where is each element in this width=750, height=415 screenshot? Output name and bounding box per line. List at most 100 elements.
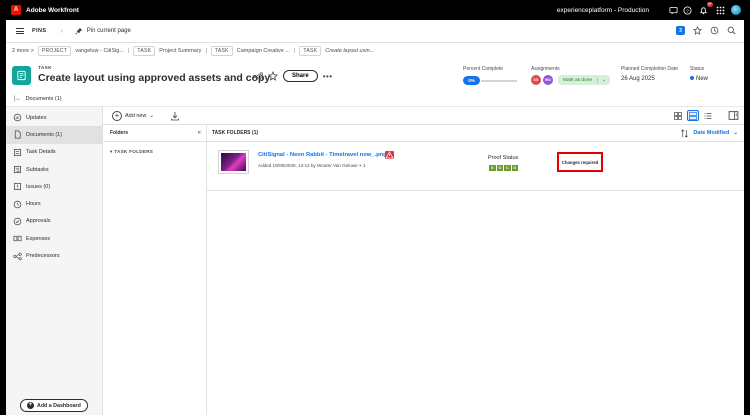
proof-status-steps[interactable]: S O C D [489, 165, 518, 171]
grid-view-icon[interactable] [672, 110, 684, 121]
sidebar-item-hours[interactable]: Hours [6, 195, 102, 212]
issues-icon [13, 182, 22, 191]
percent-complete-label: Percent Complete [463, 66, 504, 72]
sidebar-item-label: Expenses [26, 235, 51, 242]
plus-icon: + [27, 402, 34, 409]
workflow-icon[interactable] [253, 71, 263, 81]
header-actions: Share ••• [253, 70, 333, 82]
percent-complete-value[interactable]: 0% [463, 76, 480, 85]
details-icon [13, 148, 22, 157]
sidebar-item-documents[interactable]: Documents (1) [6, 126, 102, 144]
sidebar-item-label: Approvals [26, 218, 51, 225]
adobe-logo-icon[interactable]: A [11, 5, 21, 15]
nav-actions: 3 [676, 26, 736, 35]
breadcrumb-project-link[interactable]: vangeluw - CitiSig... [75, 48, 124, 54]
left-sidebar: Updates Documents (1) Task Details Subta… [6, 107, 103, 415]
star-icon[interactable] [693, 26, 702, 35]
documents-toolbar: + Add new ⌄ [103, 107, 744, 125]
notifications-icon[interactable]: 9+ [698, 2, 713, 15]
feedback-icon[interactable] [668, 5, 678, 15]
add-new-button[interactable]: + Add new ⌄ [112, 110, 155, 121]
workfront-window: A Adobe Workfront experienceplatform - P… [6, 0, 744, 415]
sidebar-item-label: Documents (1) [26, 131, 63, 138]
percent-track [481, 79, 517, 82]
collapse-sidebar-icon[interactable]: |← [14, 96, 22, 102]
chevron-right-icon: › [60, 27, 63, 35]
card-list-view-icon[interactable] [687, 110, 699, 121]
breadcrumb-type: TASK [133, 46, 156, 56]
top-bar: A Adobe Workfront experienceplatform - P… [6, 0, 744, 20]
sidebar-item-subtasks[interactable]: Subtasks [6, 161, 102, 178]
document-row[interactable]: CitiSignal - Neon Rabbit - Timetravel no… [207, 142, 744, 191]
share-button[interactable]: Share [283, 70, 318, 82]
chat-icon [13, 113, 22, 122]
assignments-field: Assignments SG WG Mark as done ⌄ [531, 66, 611, 85]
alert-icon[interactable] [385, 151, 394, 159]
subtasks-icon [13, 165, 22, 174]
recent-history-icon[interactable] [710, 26, 719, 35]
planned-completion-date[interactable]: 26 Aug 2025 [621, 76, 678, 82]
more-options-icon[interactable]: ••• [323, 72, 333, 81]
heart-icon[interactable]: ♥ [359, 163, 362, 168]
sidebar-item-task-details[interactable]: Task Details [6, 144, 102, 161]
sidebar-item-issues[interactable]: Issues (0) [6, 178, 102, 195]
sidebar-item-expenses[interactable]: Expenses [6, 230, 102, 247]
app-switcher-icon[interactable] [715, 5, 725, 15]
breadcrumb-type: PROJECT [37, 46, 72, 56]
pins-label[interactable]: PINS [32, 28, 46, 34]
chevron-down-icon[interactable]: ⌄ [597, 77, 610, 83]
list-view-icon[interactable] [702, 110, 714, 121]
status-badge[interactable]: New [690, 76, 708, 82]
chevron-down-icon: ⌄ [733, 130, 738, 136]
sidebar-item-label: Updates [26, 114, 47, 121]
percent-complete-slider[interactable]: 0% [463, 76, 517, 85]
proof-decision-badge[interactable]: Changes required [557, 152, 603, 172]
favorite-star-icon[interactable] [268, 71, 278, 81]
folder-tree-item[interactable]: ▾ TASK FOLDERS [103, 142, 206, 155]
document-thumbnail[interactable] [218, 150, 249, 174]
assignee-avatar[interactable]: SG [531, 75, 541, 85]
search-icon[interactable] [727, 26, 736, 35]
money-icon [13, 234, 22, 243]
menu-icon[interactable] [16, 27, 24, 36]
side-panel-icon[interactable] [728, 110, 739, 121]
breadcrumb-task-link[interactable]: Campaign Creative ... [237, 48, 290, 54]
help-icon[interactable]: ? [682, 5, 692, 15]
chevron-down-icon: ⌄ [149, 112, 155, 119]
sidebar-item-approvals[interactable]: Approvals [6, 213, 102, 230]
mark-as-done-button[interactable]: Mark as done ⌄ [558, 75, 611, 85]
breadcrumb-more[interactable]: 2 more > [12, 48, 34, 54]
sidebar-item-predecessors[interactable]: Predecessors [6, 247, 102, 264]
document-name-link[interactable]: CitiSignal - Neon Rabbit - Timetravel no… [258, 152, 387, 158]
user-avatar[interactable] [731, 5, 741, 15]
sort-icon [681, 128, 689, 138]
add-dashboard-button[interactable]: + Add a Dashboard [20, 399, 88, 412]
document-meta: Added 19/08/2025, 13:13 by Wouter Van Ge… [258, 163, 366, 168]
count-badge[interactable]: 3 [676, 26, 685, 35]
pin-current-page-button[interactable]: Pin current page [75, 27, 131, 35]
document-icon [13, 130, 22, 139]
breadcrumb-type: TASK [299, 46, 322, 56]
download-icon[interactable] [170, 111, 180, 121]
status-value: New [696, 76, 709, 82]
proof-step: C [504, 165, 511, 171]
folder-label: TASK FOLDERS [114, 149, 154, 154]
proof-step: O [496, 165, 503, 171]
org-switcher[interactable]: experienceplatform - Production [557, 7, 649, 14]
document-added-info: Added 19/08/2025, 13:13 by Wouter Van Ge… [258, 163, 358, 168]
breadcrumb-separator: | [127, 48, 130, 54]
documents-count-title: TASK FOLDERS (1) [212, 130, 259, 136]
section-title: Documents (1) [25, 95, 62, 102]
view-switcher [672, 110, 714, 121]
assignee-avatar[interactable]: WG [543, 75, 553, 85]
page-title[interactable]: Create layout using approved assets and … [38, 72, 270, 84]
breadcrumb-task-link[interactable]: Project Summary [159, 48, 201, 54]
collapse-folders-icon[interactable]: « [198, 130, 201, 136]
app-name: Adobe Workfront [26, 6, 79, 14]
sidebar-item-updates[interactable]: Updates [6, 109, 102, 126]
breadcrumb-current: Create layout usin... [325, 48, 375, 54]
task-header: TASK Create layout using approved assets… [12, 64, 738, 90]
sort-control[interactable]: Date Modified ⌄ [680, 128, 738, 138]
likes-count: 1 [362, 163, 366, 168]
sort-label: Date Modified [693, 130, 730, 136]
